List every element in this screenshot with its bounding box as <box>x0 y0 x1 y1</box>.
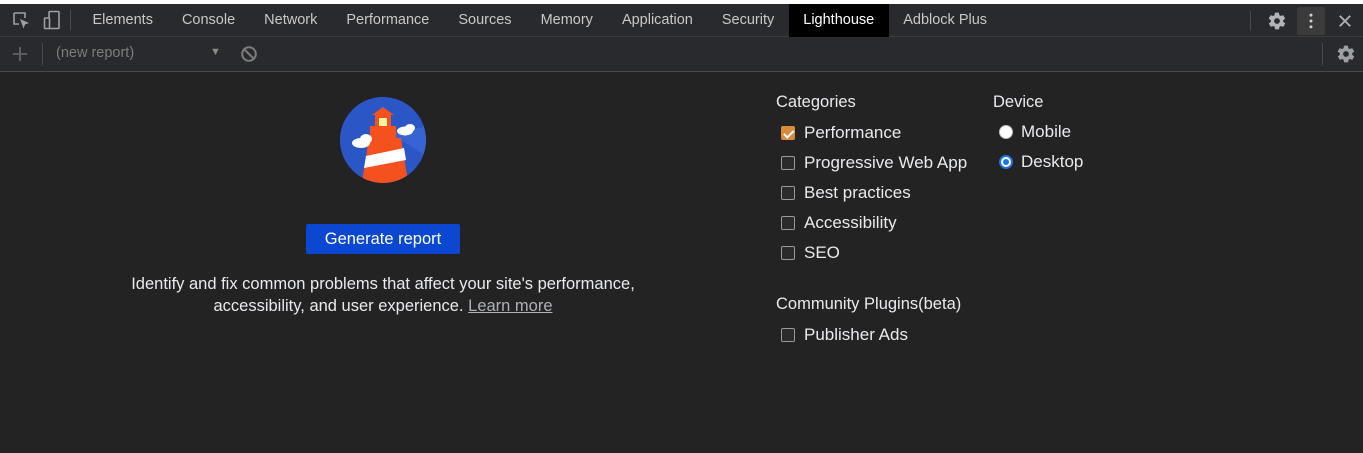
lighthouse-settings-icon[interactable] <box>1336 44 1356 64</box>
seo-checkbox[interactable] <box>781 246 795 260</box>
settings-gear-icon[interactable] <box>1261 7 1293 35</box>
toolbar-separator <box>70 10 71 30</box>
more-options-icon[interactable] <box>1297 6 1325 35</box>
category-best-practices[interactable]: Best practices <box>781 183 911 203</box>
category-label: Performance <box>804 123 902 142</box>
description-text: Identify and fix common problems that af… <box>131 275 635 315</box>
tab-performance[interactable]: Performance <box>332 4 444 37</box>
device-toggle-icon[interactable] <box>40 8 64 32</box>
category-performance[interactable]: Performance <box>781 123 901 143</box>
tab-sources[interactable]: Sources <box>444 4 526 37</box>
category-label: Accessibility <box>804 213 897 232</box>
clear-icon[interactable] <box>240 45 258 63</box>
dropdown-arrow-icon[interactable]: ▼ <box>210 46 222 60</box>
tab-application[interactable]: Application <box>607 4 707 37</box>
category-accessibility[interactable]: Accessibility <box>781 213 897 233</box>
best-practices-checkbox[interactable] <box>781 186 795 200</box>
description: Identify and fix common problems that af… <box>100 273 666 317</box>
tab-memory[interactable]: Memory <box>526 4 607 37</box>
learn-more-link[interactable]: Learn more <box>468 297 552 315</box>
category-seo[interactable]: SEO <box>781 243 840 263</box>
report-select[interactable]: (new report) <box>56 45 226 65</box>
device-heading: Device <box>993 93 1044 111</box>
panel-tabs: Elements Console Network Performance Sou… <box>78 3 1002 37</box>
pwa-checkbox[interactable] <box>781 156 795 170</box>
add-icon[interactable] <box>8 43 32 65</box>
tab-adblock-plus[interactable]: Adblock Plus <box>889 4 1002 37</box>
generate-report-button[interactable]: Generate report <box>306 224 460 254</box>
category-label: Best practices <box>804 183 911 202</box>
toolbar-separator <box>1250 10 1251 31</box>
mobile-radio[interactable] <box>999 125 1013 139</box>
plugin-publisher-ads[interactable]: Publisher Ads <box>781 325 908 345</box>
publisher-ads-checkbox[interactable] <box>781 328 795 342</box>
lighthouse-logo <box>339 96 427 184</box>
inspect-element-icon[interactable] <box>9 8 33 32</box>
lighthouse-toolbar: (new report) ▼ <box>0 37 1363 72</box>
performance-checkbox[interactable] <box>781 126 795 140</box>
tab-network[interactable]: Network <box>250 4 332 37</box>
plugins-heading: Community Plugins(beta) <box>776 295 962 313</box>
devtools-tab-bar: Elements Console Network Performance Sou… <box>0 3 1363 37</box>
device-desktop[interactable]: Desktop <box>999 152 1083 172</box>
category-label: SEO <box>804 243 840 262</box>
plugin-label: Publisher Ads <box>804 325 908 344</box>
toolbar-separator <box>42 43 43 65</box>
category-label: Progressive Web App <box>804 153 968 172</box>
tab-console[interactable]: Console <box>167 4 249 37</box>
tab-elements[interactable]: Elements <box>78 4 167 37</box>
toolbar-separator <box>1322 43 1323 65</box>
device-label: Desktop <box>1021 152 1084 171</box>
accessibility-checkbox[interactable] <box>781 216 795 230</box>
tab-bar-actions <box>1250 4 1363 37</box>
close-icon[interactable] <box>1329 7 1361 35</box>
categories-heading: Categories <box>776 93 856 111</box>
category-pwa[interactable]: Progressive Web App <box>781 153 967 173</box>
device-label: Mobile <box>1021 122 1072 141</box>
desktop-radio[interactable] <box>999 155 1013 169</box>
device-mobile[interactable]: Mobile <box>999 122 1071 142</box>
tab-lighthouse[interactable]: Lighthouse <box>788 3 889 37</box>
tab-security[interactable]: Security <box>707 4 788 37</box>
